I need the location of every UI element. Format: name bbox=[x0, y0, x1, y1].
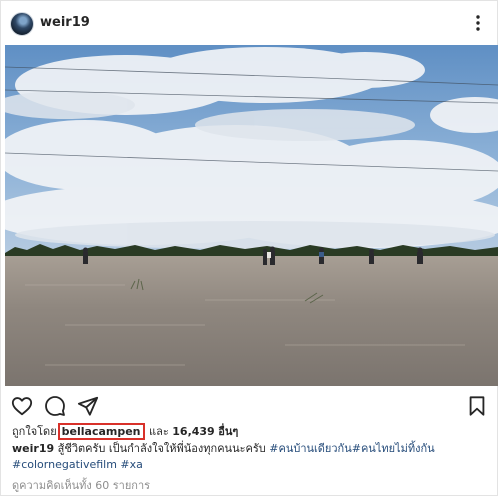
likes-prefix: ถูกใจโดย bbox=[12, 425, 57, 438]
avatar[interactable] bbox=[10, 12, 34, 36]
hashtag[interactable]: #xa bbox=[120, 458, 142, 471]
likes-suffix: และ bbox=[149, 425, 169, 438]
hashtag[interactable]: #คนบ้านเดียวกัน bbox=[269, 442, 351, 455]
more-options-icon[interactable] bbox=[472, 13, 484, 33]
hashtag[interactable]: #คนไทยไม่ทิ้งกัน bbox=[352, 442, 435, 455]
view-comments-link[interactable]: ดูความคิดเห็นทั้ง 60 รายการ bbox=[12, 476, 150, 494]
post-caption: weir19 สู้ชีวิตครับ เป็นกำลังใจให้พี่น้อ… bbox=[12, 441, 488, 473]
post-actions bbox=[0, 390, 500, 420]
hashtag[interactable]: #colornegativefilm bbox=[12, 458, 117, 471]
likes-count-suffix[interactable]: อื่นๆ bbox=[218, 425, 238, 438]
caption-text: สู้ชีวิตครับ เป็นกำลังใจให้พี่น้องทุกคนน… bbox=[57, 442, 266, 455]
share-icon[interactable] bbox=[77, 395, 99, 417]
post-header: weir19 bbox=[0, 0, 500, 46]
likes-line: ถูกใจโดย bellacampen และ 16,439 อื่นๆ bbox=[12, 422, 238, 440]
comment-icon[interactable] bbox=[44, 395, 66, 417]
post-photo[interactable] bbox=[5, 45, 498, 386]
bookmark-icon[interactable] bbox=[466, 395, 488, 417]
heart-icon[interactable] bbox=[11, 395, 33, 417]
post-username[interactable]: weir19 bbox=[40, 15, 90, 30]
caption-username[interactable]: weir19 bbox=[12, 442, 54, 455]
liked-by-user[interactable]: bellacampen bbox=[57, 423, 145, 440]
likes-count[interactable]: 16,439 bbox=[172, 425, 214, 438]
